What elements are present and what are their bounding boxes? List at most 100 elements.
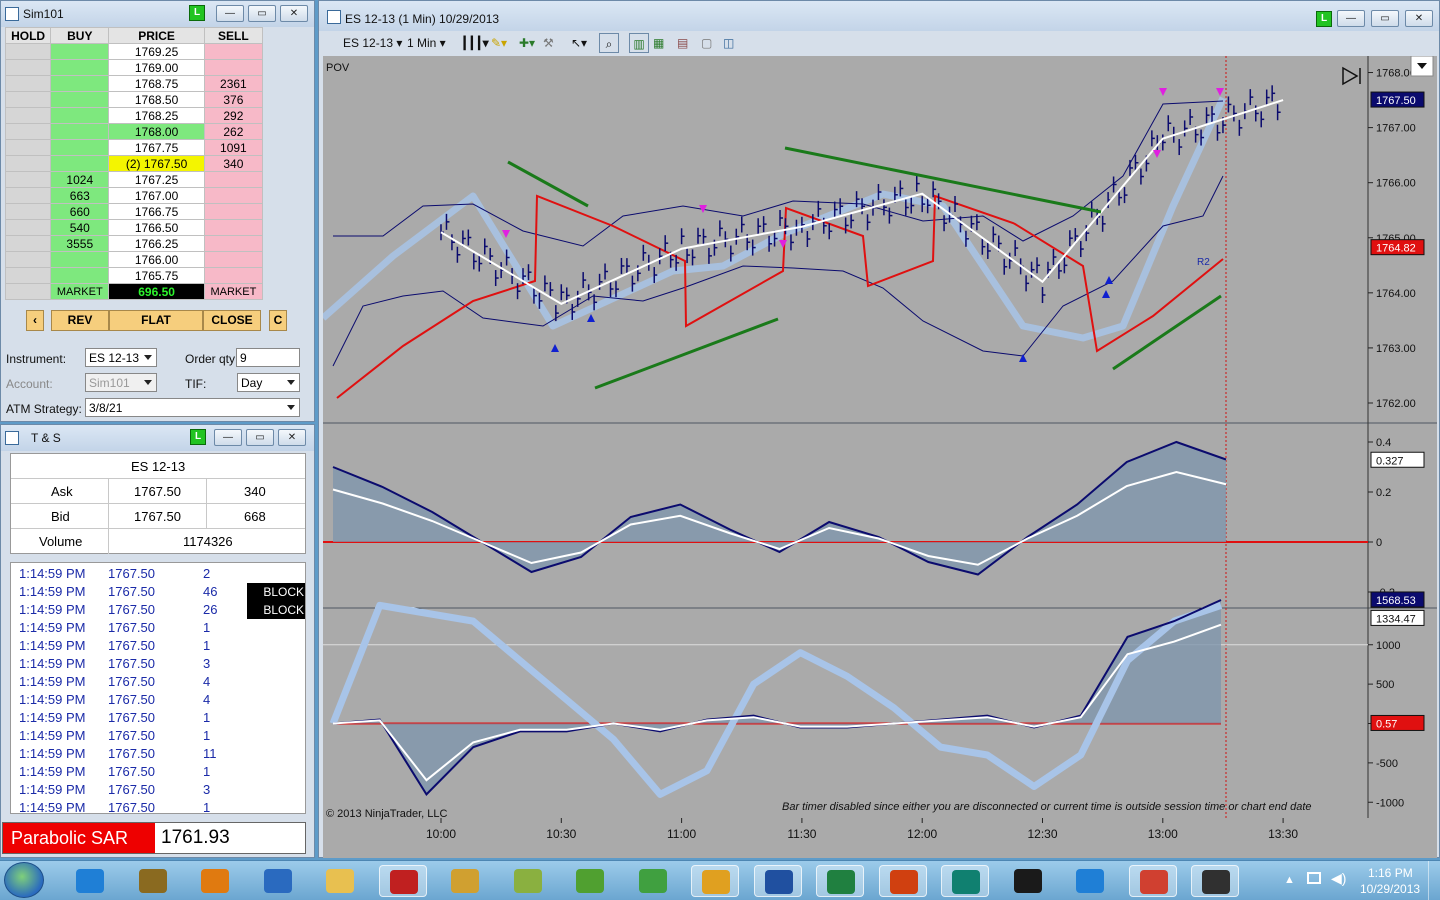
- drawing-tool-icon[interactable]: ⚒: [543, 33, 554, 53]
- sell-cell[interactable]: 292: [203, 107, 264, 124]
- dom-titlebar[interactable]: Sim101 L — ▭ ✕: [1, 1, 314, 27]
- tif-select[interactable]: Day: [237, 373, 300, 392]
- sell-cell[interactable]: [203, 235, 264, 252]
- chrome-icon[interactable]: [1128, 865, 1177, 897]
- buy-cell[interactable]: [50, 139, 110, 156]
- instrument-select[interactable]: ES 12-13: [85, 348, 157, 367]
- price-cell[interactable]: 1766.50: [108, 219, 205, 236]
- sell-cell[interactable]: [203, 171, 264, 188]
- sell-cell[interactable]: 376: [203, 91, 264, 108]
- maximize-button[interactable]: ▭: [1371, 10, 1399, 27]
- volume-icon[interactable]: ◀): [1331, 870, 1346, 887]
- price-chart[interactable]: 10:00 10:30 11:00 11:30 12:00 12:30 13:00 13:30…: [323, 56, 1437, 858]
- close-window-button[interactable]: ✕: [1405, 10, 1433, 27]
- teamviewer-icon[interactable]: [254, 865, 302, 897]
- link-icon[interactable]: L: [190, 429, 206, 445]
- start-button[interactable]: [4, 862, 44, 898]
- sell-cell[interactable]: 2361: [203, 75, 264, 92]
- buy-cell[interactable]: [50, 251, 110, 268]
- bar-type-icon[interactable]: ┃┃┃▾: [461, 33, 489, 53]
- price-cell[interactable]: 1767.75: [108, 139, 205, 156]
- price-cell[interactable]: 1768.50: [108, 91, 205, 108]
- price-cell[interactable]: 1767.25: [108, 171, 205, 188]
- link-icon[interactable]: L: [189, 5, 205, 21]
- dog-icon[interactable]: [129, 865, 177, 897]
- pointer-icon[interactable]: ↖▾: [571, 33, 587, 53]
- excel-icon[interactable]: [816, 865, 864, 897]
- prev-button[interactable]: ‹: [26, 310, 44, 331]
- order-qty-stepper[interactable]: 9: [236, 348, 300, 367]
- compass-icon[interactable]: [441, 865, 489, 897]
- price-cell[interactable]: 1767.00: [108, 187, 205, 204]
- close-window-button[interactable]: ✕: [278, 429, 306, 446]
- price-cell[interactable]: 1766.00: [108, 251, 205, 268]
- sell-cell[interactable]: [203, 267, 264, 284]
- rev-button[interactable]: REV: [51, 310, 109, 331]
- buy-cell[interactable]: [50, 107, 110, 124]
- toolbar-interval-select[interactable]: 1 Min ▾: [407, 33, 446, 53]
- sell-cell[interactable]: 340: [203, 155, 264, 172]
- buy-cell[interactable]: [50, 123, 110, 140]
- buy-cell[interactable]: 540: [50, 219, 110, 236]
- ts-trade-list[interactable]: 1:14:59 PM 1767.50 2 1:14:59 PM 1767.50 46 BLO…: [10, 562, 306, 814]
- strategies-icon[interactable]: ▦: [653, 33, 664, 53]
- flat-button[interactable]: FLAT: [109, 310, 203, 331]
- data-box-icon[interactable]: ◫: [723, 33, 734, 53]
- chart-titlebar[interactable]: ES 12-13 (1 Min) 10/29/2013 L — ▭ ✕: [319, 1, 1439, 31]
- sell-cell[interactable]: [203, 251, 264, 268]
- price-cell[interactable]: 1765.75: [108, 267, 205, 284]
- price-cell[interactable]: 1766.75: [108, 203, 205, 220]
- spotify-icon[interactable]: [1004, 865, 1052, 897]
- show-hidden-icons[interactable]: ▲: [1284, 874, 1295, 886]
- sell-cell[interactable]: 1091: [203, 139, 264, 156]
- clock-date[interactable]: 10/29/2013: [1360, 882, 1420, 896]
- buy-cell[interactable]: [50, 43, 110, 60]
- xmind-icon[interactable]: [566, 865, 614, 897]
- price-cell[interactable]: 1769.00: [108, 59, 205, 76]
- buy-cell[interactable]: [50, 155, 110, 172]
- buy-cell[interactable]: [50, 267, 110, 284]
- media-player-icon[interactable]: [191, 865, 239, 897]
- price-cell[interactable]: 1768.00: [108, 123, 205, 140]
- sell-cell[interactable]: [203, 187, 264, 204]
- minimize-button[interactable]: —: [214, 429, 242, 446]
- clock-time[interactable]: 1:16 PM: [1368, 866, 1413, 880]
- price-cell[interactable]: 1768.75: [108, 75, 205, 92]
- ts-titlebar[interactable]: T & S L — ▭ ✕: [1, 425, 314, 451]
- outlook-icon[interactable]: [691, 865, 739, 897]
- ie-icon[interactable]: [66, 865, 114, 897]
- zoom-icon[interactable]: ⌕: [599, 33, 619, 53]
- buy-cell[interactable]: 1024: [50, 171, 110, 188]
- close-position-button[interactable]: CLOSE: [203, 310, 261, 331]
- link-icon[interactable]: L: [1316, 11, 1332, 27]
- price-cell[interactable]: 1769.25: [108, 43, 205, 60]
- indicators-icon[interactable]: ▥: [629, 33, 649, 53]
- sell-cell[interactable]: [203, 203, 264, 220]
- price-cell[interactable]: 1766.25: [108, 235, 205, 252]
- crosshair-icon[interactable]: ✚▾: [519, 33, 535, 53]
- pencil-icon[interactable]: ✎▾: [491, 33, 507, 53]
- buy-cell[interactable]: [50, 91, 110, 108]
- templates-icon[interactable]: ▤: [677, 33, 688, 53]
- buy-cell[interactable]: 3555: [50, 235, 110, 252]
- buy-cell[interactable]: 663: [50, 187, 110, 204]
- maximize-button[interactable]: ▭: [248, 5, 276, 22]
- ninjatrader-icon[interactable]: [378, 865, 427, 897]
- show-desktop-button[interactable]: [1428, 861, 1440, 900]
- ie2-icon[interactable]: [1066, 865, 1114, 897]
- account-select[interactable]: Sim101: [85, 373, 157, 392]
- buy-cell[interactable]: [50, 59, 110, 76]
- sell-cell[interactable]: [203, 43, 264, 60]
- toolbar-instrument-select[interactable]: ES 12-13 ▾: [343, 33, 402, 53]
- minimize-button[interactable]: —: [1337, 10, 1365, 27]
- explorer-icon[interactable]: [316, 865, 364, 897]
- buy-cell[interactable]: 660: [50, 203, 110, 220]
- video-icon[interactable]: [1191, 865, 1239, 897]
- minimize-button[interactable]: —: [216, 5, 244, 22]
- maximize-button[interactable]: ▭: [246, 429, 274, 446]
- sell-cell[interactable]: [203, 59, 264, 76]
- buy-cell[interactable]: [50, 75, 110, 92]
- price-cell[interactable]: 1768.25: [108, 107, 205, 124]
- c-button[interactable]: C: [269, 310, 287, 331]
- publisher-icon[interactable]: [941, 865, 989, 897]
